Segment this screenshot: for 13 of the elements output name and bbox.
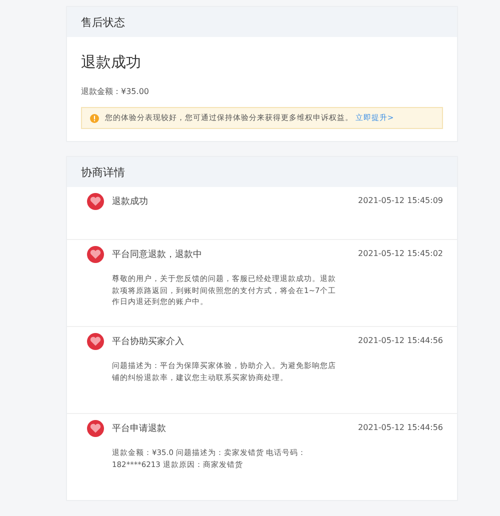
event-time: 2021-05-12 15:45:02 (358, 248, 443, 260)
refund-amount: 退款金额：¥35.00 (81, 86, 150, 97)
card-title: 售后状态 (67, 7, 457, 37)
event-time: 2021-05-12 15:44:56 (358, 335, 443, 347)
card-title: 协商详情 (67, 157, 457, 187)
event-title: 平台同意退款，退款中 (112, 248, 202, 261)
event-title: 退款成功 (112, 196, 148, 208)
event-title: 平台申请退款 (112, 422, 166, 435)
refund-status: 退款成功 (81, 53, 142, 72)
warning-icon (90, 114, 99, 122)
event-time: 2021-05-12 15:45:09 (358, 195, 443, 207)
event-title: 平台协助买家介入 (112, 336, 184, 348)
event-time: 2021-05-12 15:44:56 (358, 422, 443, 434)
